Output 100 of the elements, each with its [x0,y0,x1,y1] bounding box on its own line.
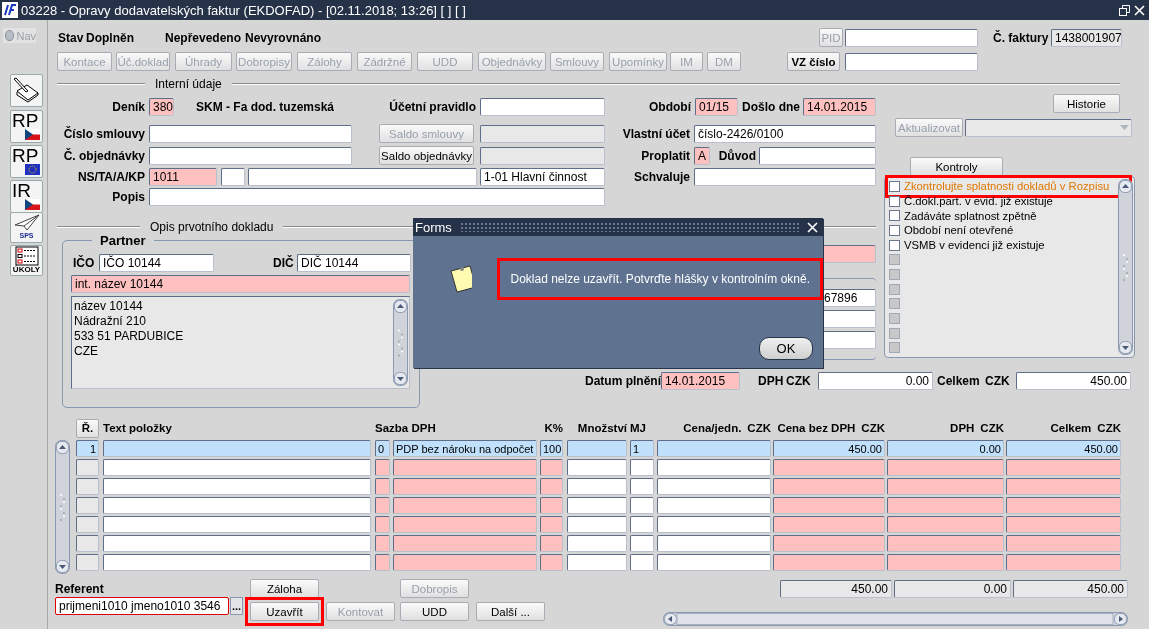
table-cell[interactable] [375,554,390,571]
table-cell[interactable] [657,478,771,495]
table-cell[interactable] [773,459,885,476]
amount-field[interactable]: 450.00 [1016,372,1131,390]
toolbar-tool[interactable]: IR [10,180,43,213]
text-field[interactable]: IČO 10144 [99,253,214,272]
balance-field[interactable] [480,146,605,165]
table-cell[interactable]: 450.00 [773,440,885,457]
dropdown[interactable] [965,118,1132,137]
table-cell[interactable] [393,478,537,495]
table-cell[interactable] [540,497,563,514]
table-cell[interactable] [76,459,99,476]
table-cell[interactable] [103,497,371,514]
table-cell[interactable] [76,478,99,495]
table-cell[interactable] [887,554,1004,571]
vertical-scrollbar[interactable] [393,299,408,386]
history-button[interactable]: Historie [1053,94,1120,113]
table-cell[interactable] [103,478,371,495]
close-icon[interactable] [807,221,818,233]
table-cell[interactable] [773,497,885,514]
ok-button[interactable]: OK [759,337,813,360]
table-cell[interactable] [773,516,885,533]
vertical-scrollbar[interactable] [55,440,70,574]
table-cell[interactable] [567,516,627,533]
table-cell[interactable] [76,535,99,552]
table-cell[interactable] [657,459,771,476]
partner-name-field[interactable]: int. název 10144 [71,275,410,293]
checkbox[interactable] [889,180,900,192]
toolbar-tool[interactable]: RP [10,145,43,178]
text-field[interactable]: 1-01 Hlavní činnost [480,167,605,186]
table-cell[interactable] [375,535,390,552]
table-cell[interactable] [887,459,1004,476]
checkbox[interactable] [889,224,900,236]
total-field[interactable]: 450.00 [780,579,892,598]
table-cell[interactable] [1006,497,1121,514]
table-cell[interactable] [76,516,99,533]
table-cell[interactable] [630,478,654,495]
table-cell[interactable] [540,516,563,533]
action-button[interactable]: UDD [400,602,469,621]
table-cell[interactable] [567,440,627,457]
table-cell[interactable] [76,554,99,571]
table-cell[interactable] [375,478,390,495]
text-field[interactable] [480,97,605,116]
table-cell[interactable]: 1 [630,440,654,457]
text-field[interactable] [149,124,352,143]
text-field[interactable] [149,146,352,165]
table-cell[interactable] [540,459,563,476]
table-cell[interactable] [567,497,627,514]
table-cell[interactable] [657,440,771,457]
vz-field[interactable] [845,52,978,71]
table-cell[interactable] [630,554,654,571]
table-cell[interactable] [393,516,537,533]
table-cell[interactable] [393,497,537,514]
text-field[interactable]: 14.01.2015 [803,97,876,116]
referent-field[interactable]: prijmeni1010 jmeno1010 3546 [55,597,229,615]
code-field[interactable]: A [694,146,710,165]
table-cell[interactable] [773,554,885,571]
table-cell[interactable] [103,554,371,571]
date-field[interactable]: 14.01.2015 [661,372,740,390]
table-cell[interactable] [103,440,371,457]
table-cell[interactable]: 0 [375,440,390,457]
table-cell[interactable] [540,554,563,571]
table-cell[interactable] [630,516,654,533]
vertical-scrollbar[interactable] [1118,179,1133,355]
table-cell[interactable] [567,459,627,476]
table-cell[interactable] [887,478,1004,495]
table-cell[interactable] [375,516,390,533]
toolbar-tool[interactable]: ÚKOLY [10,245,43,276]
row-number-header[interactable]: Ř. [76,418,99,438]
checkbox[interactable] [889,195,900,207]
checkbox[interactable] [889,210,900,222]
text-field[interactable] [221,167,245,186]
lookup-button[interactable]: ... [230,597,243,615]
table-cell[interactable] [887,535,1004,552]
table-cell[interactable] [630,535,654,552]
address-field[interactable]: název 10144 Nádražní 210 533 51 PARDUBICE CZE [71,296,410,389]
table-cell[interactable] [630,497,654,514]
text-field[interactable] [248,167,477,186]
table-cell[interactable] [1006,478,1121,495]
table-cell[interactable] [567,535,627,552]
table-cell[interactable] [1006,516,1121,533]
checkbox[interactable] [889,239,900,251]
toolbar-tool[interactable] [10,74,43,107]
restore-icon[interactable] [1119,4,1130,16]
table-cell[interactable] [375,459,390,476]
table-cell[interactable] [657,535,771,552]
table-cell[interactable]: 100 [540,440,563,457]
balance-field[interactable] [480,124,605,143]
table-cell[interactable] [657,516,771,533]
text-field[interactable] [149,187,605,206]
table-cell[interactable] [393,554,537,571]
action-button[interactable]: Další ... [476,602,545,621]
table-cell[interactable] [773,535,885,552]
text-field[interactable] [759,146,876,165]
text-field[interactable]: 01/15 [695,97,738,116]
text-field[interactable]: 1011 [149,167,217,186]
text-field[interactable]: 380 [149,97,174,116]
table-cell[interactable] [887,516,1004,533]
table-cell[interactable] [393,459,537,476]
table-cell[interactable] [393,535,537,552]
